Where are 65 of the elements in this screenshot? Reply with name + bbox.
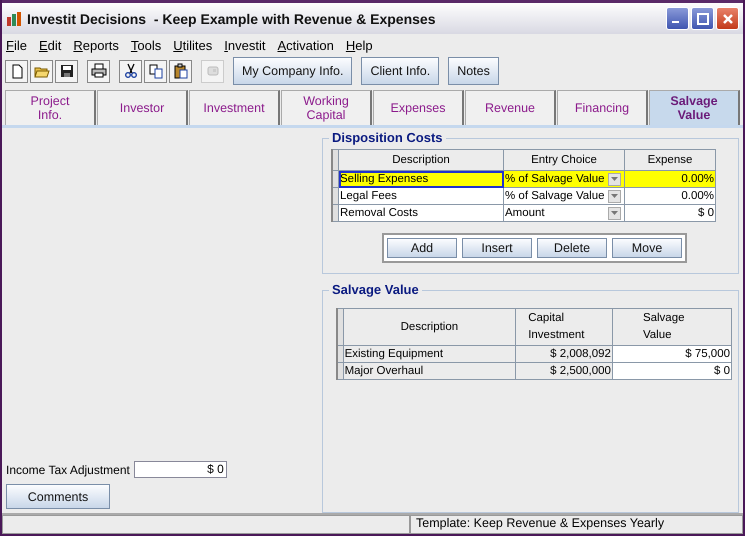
menu-item[interactable]: Activation: [277, 38, 334, 53]
column-header: Entry Choice: [504, 150, 624, 170]
folder-icon[interactable]: [30, 60, 53, 82]
column-header: Description: [343, 308, 516, 346]
table-cell[interactable]: $ 75,000: [612, 346, 732, 362]
column-header: Capital Investment: [516, 308, 612, 346]
menu-item[interactable]: File: [6, 38, 27, 53]
maximize-button[interactable]: [691, 7, 714, 30]
column-header: Expense: [624, 150, 716, 170]
clipboard-icon[interactable]: [169, 60, 192, 82]
close-button[interactable]: [716, 7, 739, 30]
table-cell[interactable]: Selling Expenses: [338, 170, 504, 188]
section-title: Disposition Costs: [329, 130, 446, 145]
window-title: Investit Decisions - Keep Example with Revenue & Expenses: [27, 10, 436, 26]
row-header[interactable]: [332, 204, 338, 222]
maximize-icon: [694, 10, 710, 26]
table-cell[interactable]: 0.00%: [624, 170, 716, 188]
row-header[interactable]: [332, 188, 338, 204]
toolbar-button[interactable]: Client Info.: [361, 57, 440, 85]
menu-item[interactable]: Utilites: [173, 38, 212, 53]
table-button[interactable]: Add: [387, 238, 457, 258]
row-header[interactable]: [337, 362, 344, 380]
comments-button[interactable]: Comments: [6, 484, 110, 509]
row-header[interactable]: [337, 346, 344, 362]
tab[interactable]: Investment: [189, 90, 280, 125]
printer-icon[interactable]: [87, 60, 110, 82]
table-button[interactable]: Insert: [462, 238, 532, 258]
tab[interactable]: Revenue: [465, 90, 556, 125]
menu-item[interactable]: Tools: [130, 38, 162, 53]
tab[interactable]: Project Info.: [5, 90, 96, 125]
table-cell[interactable]: Removal Costs: [338, 204, 504, 222]
column-header: Description: [338, 150, 504, 170]
new-document-icon[interactable]: [5, 60, 28, 82]
table-cell[interactable]: $ 0: [612, 362, 732, 380]
tab[interactable]: Investor: [97, 90, 188, 125]
menu-item[interactable]: Reports: [73, 38, 119, 53]
minimize-icon: [672, 21, 680, 24]
toolbar-button[interactable]: Notes: [448, 57, 499, 85]
table-cell: Major Overhaul: [343, 362, 516, 380]
menu-item[interactable]: Investit: [224, 38, 266, 53]
tab[interactable]: Expenses: [373, 90, 464, 125]
column-header: Salvage Value: [612, 308, 732, 346]
table-button[interactable]: Move: [612, 238, 682, 258]
minimize-button[interactable]: [666, 7, 689, 30]
table-button[interactable]: Delete: [537, 238, 607, 258]
table-cell[interactable]: 0.00%: [624, 188, 716, 204]
tab[interactable]: Working Capital: [281, 90, 372, 125]
table-cell: $ 2,008,092: [516, 346, 612, 362]
tab[interactable]: Salvage Value: [649, 90, 740, 125]
field-label: Income Tax Adjustment: [6, 462, 130, 476]
tab[interactable]: Financing: [557, 90, 648, 125]
table-cell: $ 2,500,000: [516, 362, 612, 380]
scissors-icon[interactable]: [119, 60, 142, 82]
menu-item[interactable]: Edit: [38, 38, 62, 53]
input-field[interactable]: $ 0: [134, 461, 227, 478]
table-cell: Existing Equipment: [343, 346, 516, 362]
section-title: Salvage Value: [329, 282, 422, 297]
menu-item[interactable]: Help: [346, 38, 373, 53]
row-header[interactable]: [332, 170, 338, 188]
table-cell[interactable]: $ 0: [624, 204, 716, 222]
table-cell[interactable]: Legal Fees: [338, 188, 504, 204]
app-logo-icon: [6, 10, 22, 26]
copy-icon[interactable]: [144, 60, 167, 82]
toolbar-button[interactable]: My Company Info.: [233, 57, 352, 85]
status-text: Template: Keep Revenue & Expenses Yearly: [410, 515, 743, 534]
